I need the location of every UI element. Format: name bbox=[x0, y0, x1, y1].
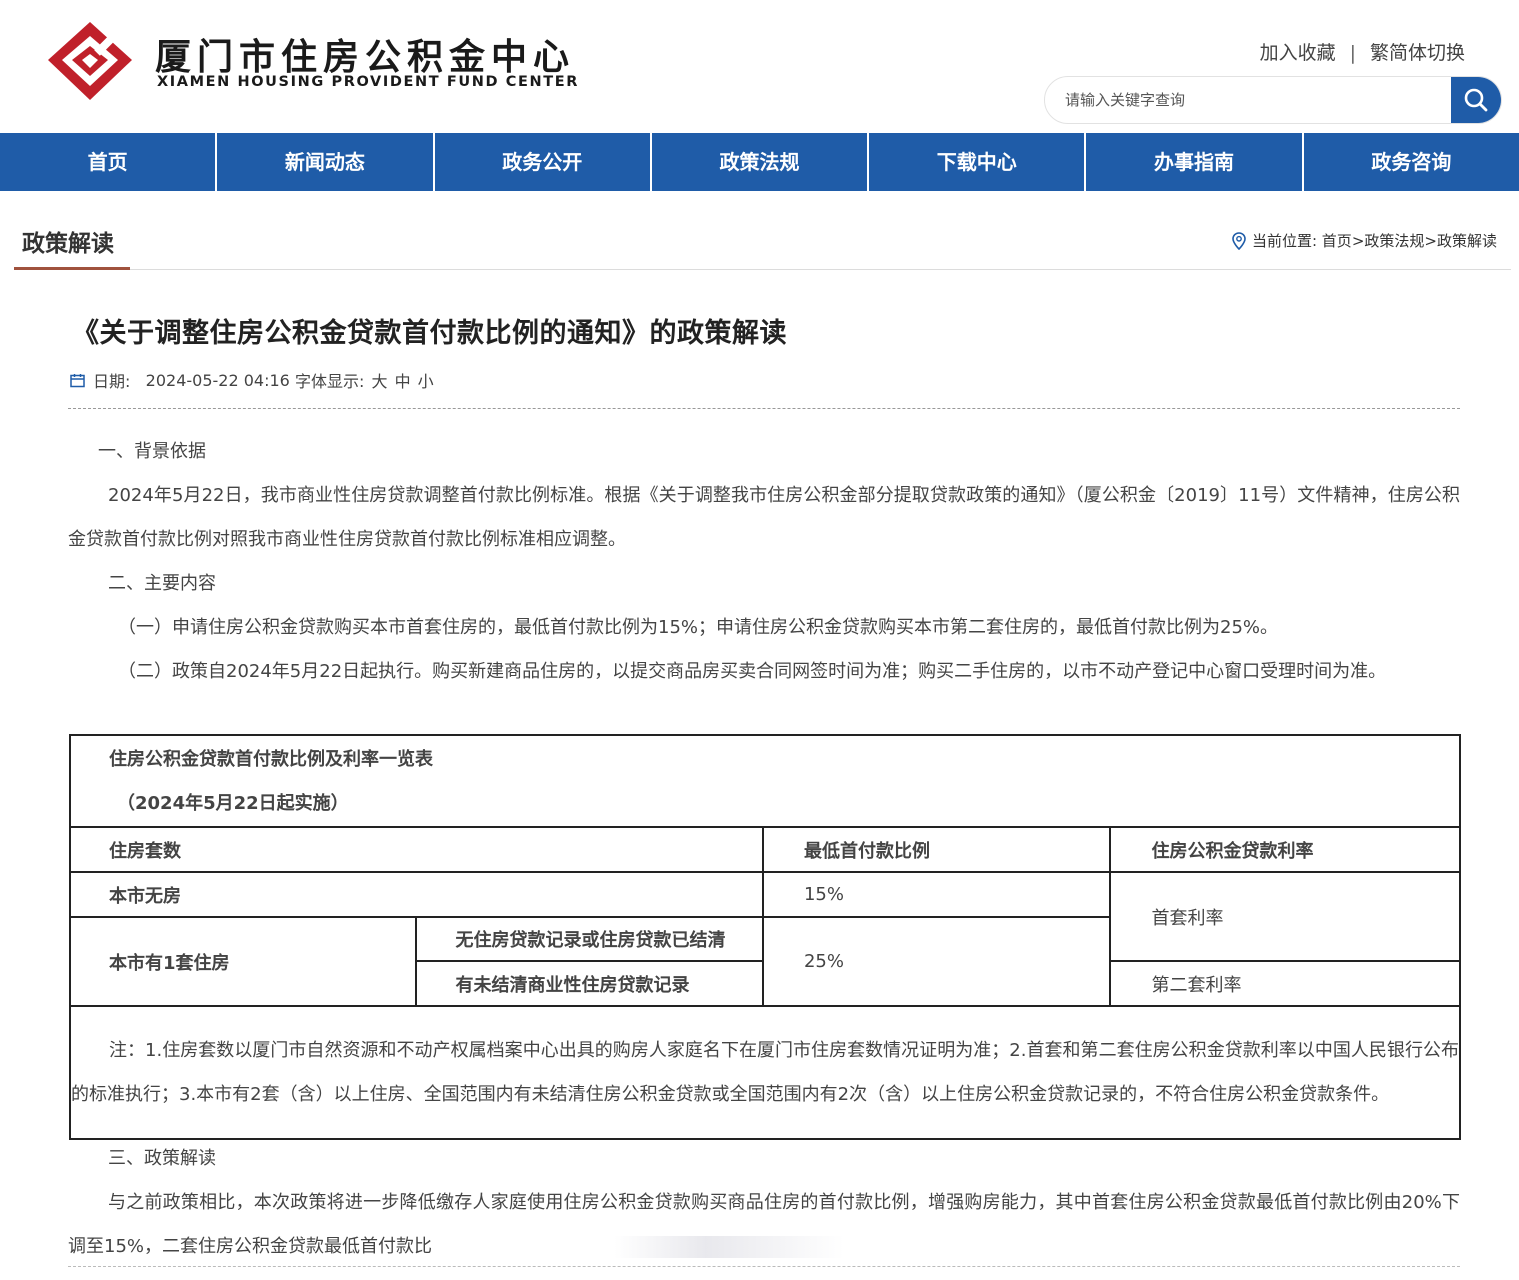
search-button[interactable] bbox=[1451, 77, 1501, 123]
table-cell-ratio-25: 25% bbox=[761, 916, 1112, 1007]
section-divider bbox=[14, 269, 1511, 270]
location-pin-icon bbox=[1232, 231, 1246, 250]
logo-icon[interactable] bbox=[46, 20, 134, 102]
breadcrumb-prefix: 当前位置: bbox=[1251, 232, 1318, 250]
breadcrumb: 当前位置: 首页 > 政策法规 > 政策解读 bbox=[1232, 230, 1497, 251]
nav-item-consult[interactable]: 政务咨询 bbox=[1304, 133, 1519, 191]
search-box bbox=[1044, 76, 1502, 124]
table-cell-first-rate: 首套利率 bbox=[1109, 871, 1461, 962]
section-underline bbox=[14, 267, 130, 270]
table-cell-no-house: 本市无房 bbox=[69, 871, 764, 918]
table-caption-title: 住房公积金贷款首付款比例及利率一览表 bbox=[109, 749, 433, 770]
site-subtitle: XIAMEN HOUSING PROVIDENT FUND CENTER bbox=[157, 74, 579, 90]
font-size-small[interactable]: 小 bbox=[418, 368, 434, 392]
blurred-overlay bbox=[614, 1236, 844, 1258]
paragraph-item-1: （一）申请住房公积金贷款购买本市首套住房的，最低首付款比例为15%；申请住房公积… bbox=[118, 617, 1279, 638]
site-header: 厦门市住房公积金中心 XIAMEN HOUSING PROVIDENT FUND… bbox=[0, 0, 1519, 133]
table-header-housing: 住房套数 bbox=[69, 826, 764, 873]
table-cell-unsettled-loan: 有未结清商业性住房贷款记录 bbox=[415, 960, 764, 1007]
link-separator: | bbox=[1349, 42, 1356, 64]
nav-item-news[interactable]: 新闻动态 bbox=[217, 133, 435, 191]
paragraph-item-2: （二）政策自2024年5月22日起执行。购买新建商品住房的，以提交商品房买卖合同… bbox=[118, 661, 1387, 682]
article-date: 2024-05-22 04:16 bbox=[145, 370, 290, 390]
table-note: 注：1.住房套数以厦门市自然资源和不动产权属档案中心出具的购房人家庭名下在厦门市… bbox=[69, 1005, 1461, 1140]
nav-item-policies[interactable]: 政策法规 bbox=[652, 133, 870, 191]
bottom-divider bbox=[68, 1266, 1460, 1267]
font-size-medium[interactable]: 中 bbox=[395, 368, 411, 392]
nav-item-downloads[interactable]: 下载中心 bbox=[869, 133, 1087, 191]
breadcrumb-current[interactable]: 政策解读 bbox=[1437, 230, 1497, 251]
breadcrumb-home[interactable]: 首页 bbox=[1322, 230, 1352, 251]
font-size-label: 字体显示: bbox=[294, 372, 365, 391]
site-title: 厦门市住房公积金中心 bbox=[155, 36, 576, 78]
font-size-large[interactable]: 大 bbox=[371, 368, 387, 392]
nav-item-home[interactable]: 首页 bbox=[0, 133, 218, 191]
calendar-icon bbox=[70, 373, 85, 387]
date-label: 日期: bbox=[93, 372, 131, 391]
table-caption-date: （2024年5月22日起实施） bbox=[117, 793, 349, 814]
nav-item-government-affairs[interactable]: 政务公开 bbox=[435, 133, 652, 191]
article-title: 《关于调整住房公积金贷款首付款比例的通知》的政策解读 bbox=[72, 318, 787, 349]
section-title: 政策解读 bbox=[22, 231, 114, 257]
table-caption: 住房公积金贷款首付款比例及利率一览表 （2024年5月22日起实施） bbox=[69, 734, 1461, 828]
breadcrumb-sep: > bbox=[1424, 231, 1437, 250]
search-icon bbox=[1464, 88, 1488, 112]
table-cell-no-loan-record: 无住房贷款记录或住房贷款已结清 bbox=[415, 916, 764, 962]
language-switch-link[interactable]: 繁简体切换 bbox=[1370, 42, 1465, 64]
add-favorite-link[interactable]: 加入收藏 bbox=[1260, 42, 1336, 64]
table-header-rate: 住房公积金贷款利率 bbox=[1109, 826, 1461, 873]
table-header-ratio: 最低首付款比例 bbox=[761, 826, 1112, 873]
breadcrumb-policies[interactable]: 政策法规 bbox=[1364, 230, 1424, 251]
paragraph-background: 2024年5月22日，我市商业性住房贷款调整首付款比例标准。根据《关于调整我市住… bbox=[68, 485, 1460, 550]
heading-background: 一、背景依据 bbox=[98, 441, 206, 462]
nav-item-guide[interactable]: 办事指南 bbox=[1086, 133, 1304, 191]
rate-table: 住房公积金贷款首付款比例及利率一览表 （2024年5月22日起实施） 住房套数 … bbox=[68, 734, 1461, 1140]
table-note-text: 注：1.住房套数以厦门市自然资源和不动产权属档案中心出具的购房人家庭名下在厦门市… bbox=[71, 1039, 1459, 1105]
search-input[interactable] bbox=[1065, 77, 1445, 123]
breadcrumb-sep: > bbox=[1351, 231, 1365, 250]
table-cell-ratio-15: 15% bbox=[761, 871, 1112, 918]
main-nav: 首页 新闻动态 政务公开 政策法规 下载中心 办事指南 政务咨询 bbox=[0, 133, 1519, 191]
meta-divider bbox=[68, 408, 1460, 409]
heading-interpretation: 三、政策解读 bbox=[108, 1148, 216, 1169]
article-meta: 日期: 2024-05-22 04:16 字体显示: 大 中 小 bbox=[70, 368, 434, 392]
top-links: 加入收藏 | 繁简体切换 bbox=[1260, 38, 1465, 65]
heading-main-content: 二、主要内容 bbox=[108, 573, 216, 594]
table-cell-one-house: 本市有1套住房 bbox=[68, 916, 418, 1007]
table-cell-second-rate: 第二套利率 bbox=[1109, 960, 1461, 1007]
